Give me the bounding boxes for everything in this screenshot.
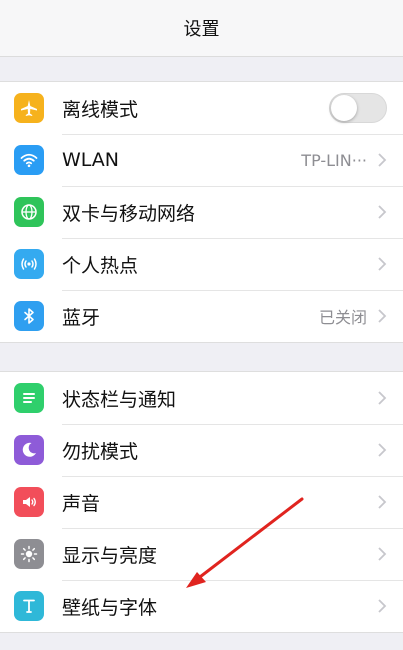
settings-row-wallpaper[interactable]: 壁纸与字体 <box>0 580 403 632</box>
globe-icon <box>14 197 44 227</box>
settings-row-label: 勿扰模式 <box>62 440 139 463</box>
settings-group-personalization: 状态栏与通知 勿扰模式 声音 显示与亮度 壁纸与字体 <box>0 371 403 633</box>
settings-row-hotspot[interactable]: 个人热点 <box>0 238 403 290</box>
settings-row-label: 个人热点 <box>62 254 139 277</box>
settings-row-bluetooth[interactable]: 蓝牙 已关闭 <box>0 290 403 342</box>
settings-row-dnd[interactable]: 勿扰模式 <box>0 424 403 476</box>
bluetooth-icon <box>14 301 44 331</box>
section-gap <box>0 343 403 371</box>
settings-row-cellular[interactable]: 双卡与移动网络 <box>0 186 403 238</box>
section-gap <box>0 57 403 81</box>
settings-row-sound[interactable]: 声音 <box>0 476 403 528</box>
chevron-right-icon <box>378 495 387 509</box>
settings-row-label: WLAN <box>62 149 120 171</box>
settings-row-label: 蓝牙 <box>62 306 101 329</box>
settings-row-label: 显示与亮度 <box>62 544 158 567</box>
chevron-right-icon <box>378 205 387 219</box>
airplane-mode-toggle[interactable] <box>329 93 387 123</box>
settings-row-display[interactable]: 显示与亮度 <box>0 528 403 580</box>
hotspot-icon <box>14 249 44 279</box>
chevron-right-icon <box>378 547 387 561</box>
moon-icon <box>14 435 44 465</box>
settings-row-label: 壁纸与字体 <box>62 596 158 619</box>
settings-row-label: 离线模式 <box>62 98 139 121</box>
settings-row-label: 状态栏与通知 <box>62 388 177 411</box>
chevron-right-icon <box>378 443 387 457</box>
airplane-icon <box>14 93 44 123</box>
page-title: 设置 <box>183 19 220 40</box>
settings-row-statusbar[interactable]: 状态栏与通知 <box>0 372 403 424</box>
font-icon <box>14 591 44 621</box>
settings-row-airplane[interactable]: 离线模式 <box>0 82 403 134</box>
chevron-right-icon <box>378 599 387 613</box>
settings-group-connectivity: 离线模式 WLAN TP-LIN··· 双卡与移动网络 个人热点 蓝牙 已关闭 <box>0 81 403 343</box>
chevron-right-icon <box>378 153 387 167</box>
bluetooth-status: 已关闭 <box>318 308 367 327</box>
chevron-right-icon <box>378 257 387 271</box>
chevron-right-icon <box>378 309 387 323</box>
settings-row-label: 声音 <box>62 492 101 515</box>
speaker-icon <box>14 487 44 517</box>
notification-icon <box>14 383 44 413</box>
settings-row-wlan[interactable]: WLAN TP-LIN··· <box>0 134 403 186</box>
wlan-network-name: TP-LIN··· <box>301 150 367 170</box>
chevron-right-icon <box>378 391 387 405</box>
settings-row-label: 双卡与移动网络 <box>62 202 196 225</box>
toggle-knob <box>331 95 357 121</box>
sun-icon <box>14 539 44 569</box>
navigation-bar: 设置 <box>0 0 403 57</box>
wifi-icon <box>14 145 44 175</box>
